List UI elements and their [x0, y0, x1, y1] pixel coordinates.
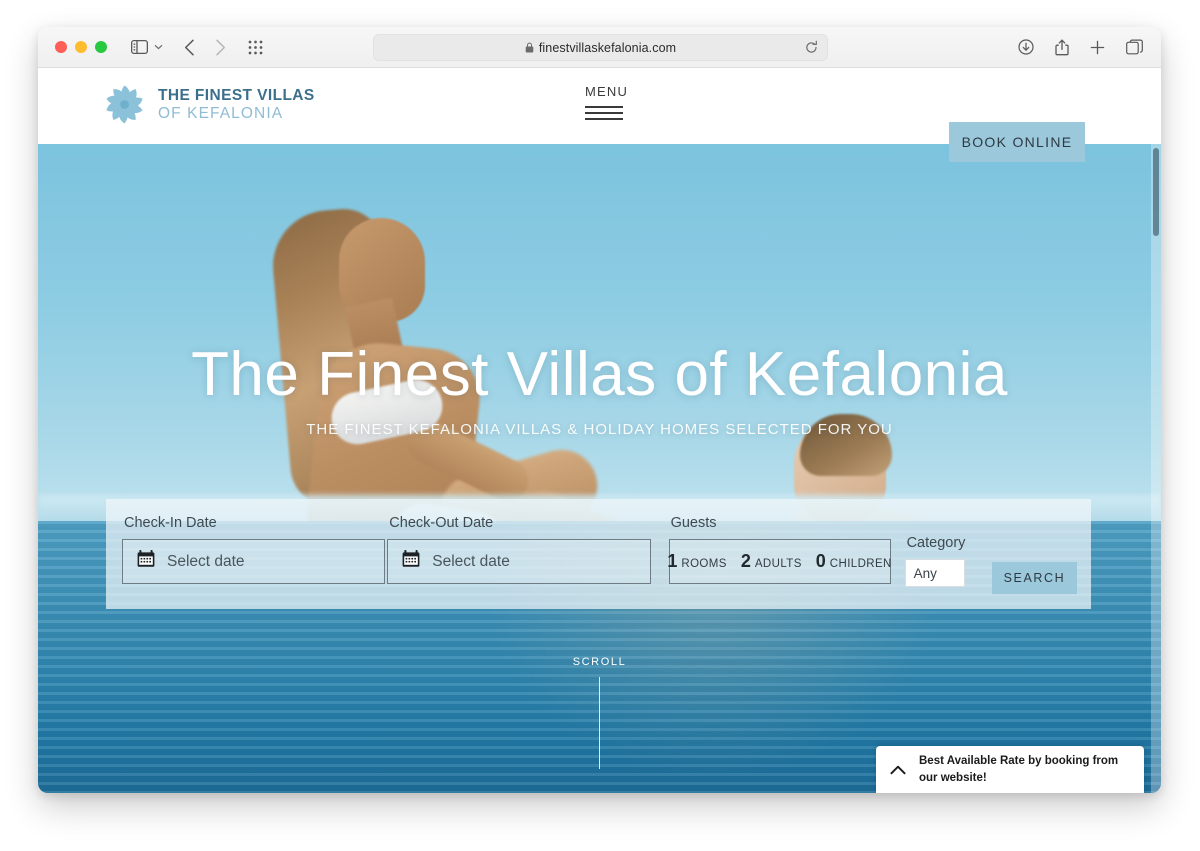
guests-children: 0 CHILDREN [816, 551, 892, 572]
sunburst-pinwheel-icon [102, 82, 147, 127]
tab-overview-icon[interactable] [1126, 39, 1143, 55]
share-icon[interactable] [1055, 39, 1069, 56]
address-bar-content: finestvillaskefalonia.com [525, 41, 676, 55]
search-button[interactable]: SEARCH [991, 562, 1078, 594]
book-online-button[interactable]: BOOK ONLINE [949, 122, 1085, 162]
sidebar-toggle-button[interactable] [131, 40, 163, 54]
reload-button[interactable] [805, 40, 818, 60]
minimize-window-button[interactable] [75, 41, 87, 53]
back-button[interactable] [184, 39, 195, 56]
close-window-button[interactable] [55, 41, 67, 53]
guests-adults: 2 ADULTS [741, 551, 802, 572]
book-online-label: BOOK ONLINE [961, 134, 1073, 150]
checkout-label: Check-Out Date [389, 515, 494, 531]
booking-search-bar: Check-In Date Select date Check-Out Date… [106, 499, 1091, 609]
lock-icon [525, 42, 534, 53]
children-caption: CHILDREN [829, 558, 892, 570]
desktop-background: finestvillaskefalonia.com THE FINEST VIL… [0, 0, 1200, 851]
rooms-caption: ROOMS [681, 558, 727, 570]
hero-title: The Finest Villas of Kefalonia [191, 340, 1008, 409]
guests-field-group: Guests 1 ROOMS 2 ADULTS 0 CHILDREN [667, 515, 892, 584]
calendar-icon [137, 550, 155, 573]
logo-line-1: THE FINEST VILLAS [158, 87, 315, 105]
page-scrollbar[interactable] [1151, 144, 1161, 793]
forward-button[interactable] [215, 39, 226, 56]
logo-wordmark: THE FINEST VILLAS OF KEFALONIA [158, 87, 315, 122]
menu-label: MENU [585, 84, 629, 99]
download-icon[interactable] [1018, 39, 1034, 55]
guests-label: Guests [670, 515, 717, 531]
adults-count: 2 [740, 551, 751, 571]
checkout-placeholder: Select date [432, 552, 510, 570]
menu-button[interactable]: MENU [585, 84, 628, 120]
category-select[interactable]: Any [904, 559, 965, 587]
category-value: Any [913, 565, 937, 581]
rooms-count: 1 [667, 551, 678, 571]
address-bar[interactable]: finestvillaskefalonia.com [373, 34, 828, 61]
checkout-field-group: Check-Out Date Select date [387, 515, 651, 584]
site-header: THE FINEST VILLAS OF KEFALONIA MENU BOOK… [38, 68, 1161, 162]
guests-input[interactable]: 1 ROOMS 2 ADULTS 0 CHILDREN [667, 539, 892, 584]
guests-rooms: 1 ROOMS [667, 551, 726, 572]
browser-window: finestvillaskefalonia.com THE FINEST VIL… [38, 27, 1161, 793]
scroll-label: SCROLL [572, 656, 627, 668]
notification-text: Best Available Rate by booking from our … [919, 755, 1119, 784]
page-viewport: THE FINEST VILLAS OF KEFALONIA MENU BOOK… [38, 68, 1161, 793]
app-grid-icon[interactable] [248, 40, 263, 55]
toolbar-right-actions [1018, 27, 1143, 67]
logo-line-2: OF KEFALONIA [158, 104, 284, 122]
page-scrollbar-thumb[interactable] [1153, 148, 1159, 236]
children-count: 0 [815, 551, 826, 571]
best-rate-notification[interactable]: Best Available Rate by booking from our … [876, 746, 1144, 793]
chevron-down-icon [154, 42, 163, 52]
sidebar-icon [131, 40, 148, 54]
url-text: finestvillaskefalonia.com [538, 40, 677, 55]
zoom-window-button[interactable] [95, 41, 107, 53]
search-label: SEARCH [1003, 571, 1066, 585]
checkin-label: Check-In Date [124, 515, 217, 531]
chevron-up-icon[interactable] [890, 765, 906, 775]
plus-icon[interactable] [1090, 40, 1105, 55]
hero-subtitle: THE FINEST KEFALONIA VILLAS & HOLIDAY HO… [306, 421, 893, 439]
calendar-icon [402, 550, 420, 573]
hero-section: The Finest Villas of Kefalonia THE FINES… [38, 144, 1161, 793]
window-traffic-lights[interactable] [55, 41, 107, 53]
adults-caption: ADULTS [754, 558, 802, 570]
browser-toolbar: finestvillaskefalonia.com [38, 27, 1161, 68]
checkin-placeholder: Select date [167, 552, 245, 570]
site-logo[interactable]: THE FINEST VILLAS OF KEFALONIA [102, 82, 315, 127]
scroll-line [599, 677, 600, 769]
checkout-input[interactable]: Select date [387, 539, 651, 584]
checkin-input[interactable]: Select date [122, 539, 386, 584]
hamburger-icon [585, 106, 628, 120]
hero-sky [38, 144, 1161, 521]
hero-copy: The Finest Villas of Kefalonia THE FINES… [38, 342, 1161, 438]
category-field-group: Category Any [904, 535, 970, 587]
category-label: Category [906, 535, 966, 551]
checkin-field-group: Check-In Date Select date [122, 515, 386, 584]
